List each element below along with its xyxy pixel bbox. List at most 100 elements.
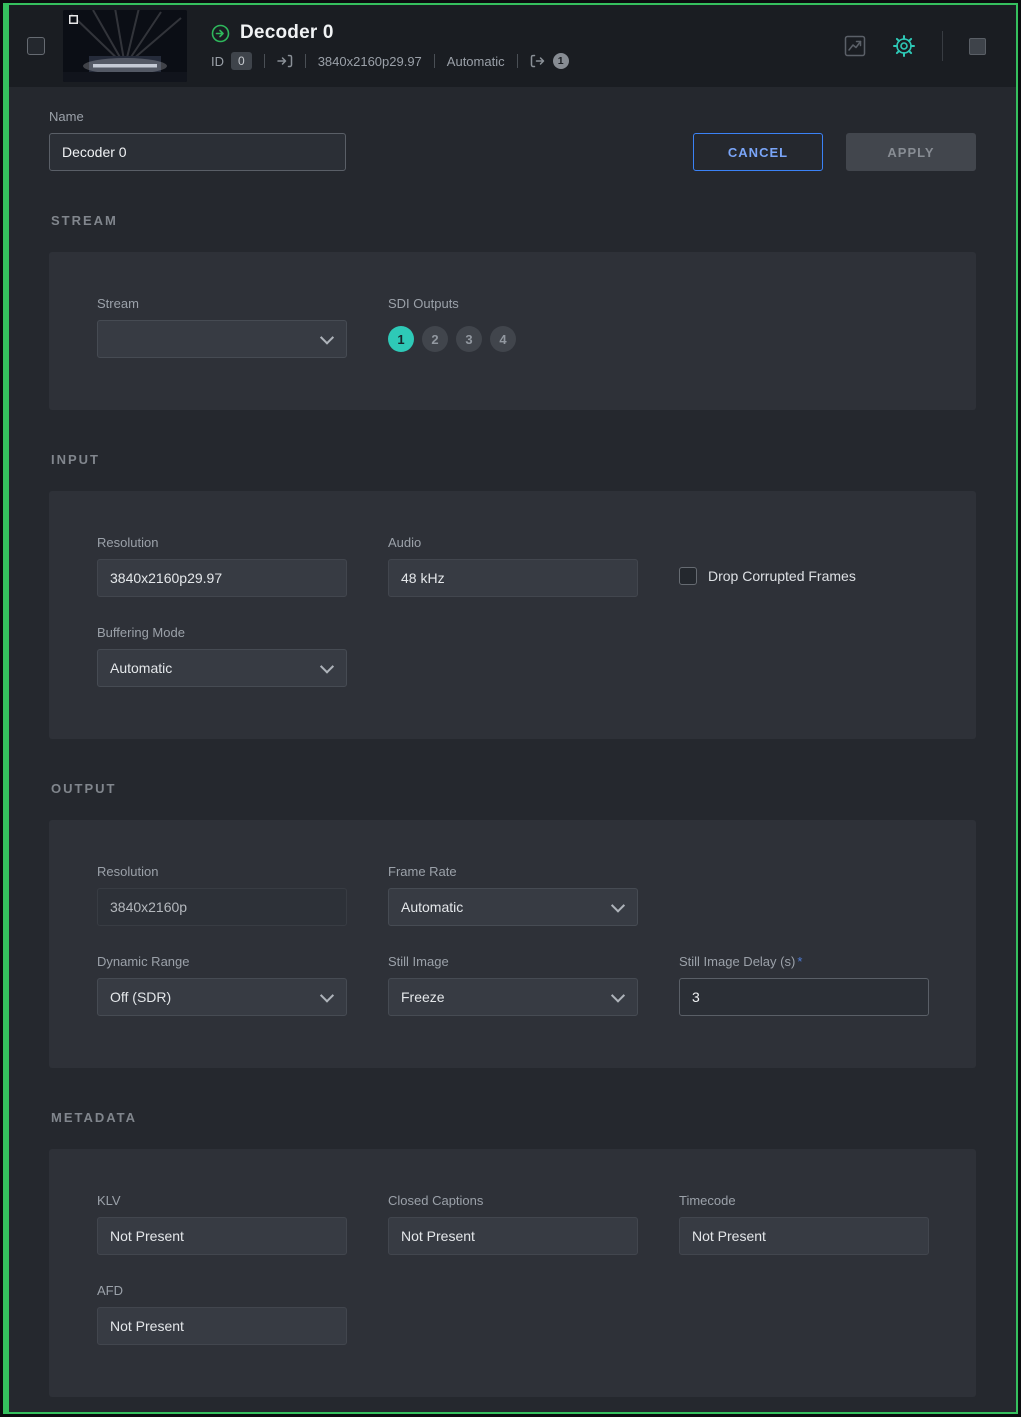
sdi-outputs-group: SDI Outputs 1 2 3 4 bbox=[388, 296, 638, 358]
name-row: Name CANCEL APPLY bbox=[49, 109, 976, 171]
decoder-header: Decoder 0 ID 0 3840x2160p29.97 Automatic bbox=[9, 5, 1016, 87]
chevron-down-icon bbox=[611, 899, 625, 913]
buffering-mode-value: Automatic bbox=[110, 660, 172, 676]
header-actions bbox=[844, 31, 986, 61]
still-image-delay-label: Still Image Delay (s)* bbox=[679, 954, 929, 969]
dynamic-range-label: Dynamic Range bbox=[97, 954, 347, 969]
decoder-settings-page: Decoder 0 ID 0 3840x2160p29.97 Automatic bbox=[0, 0, 1021, 1417]
output-resolution-value: 3840x2160p bbox=[97, 888, 347, 926]
panel-toggle-button[interactable] bbox=[969, 38, 986, 55]
name-input[interactable] bbox=[49, 133, 346, 171]
sdi-output-3[interactable]: 3 bbox=[456, 326, 482, 352]
decoder-frame: Decoder 0 ID 0 3840x2160p29.97 Automatic bbox=[3, 3, 1018, 1414]
sdi-output-2[interactable]: 2 bbox=[422, 326, 448, 352]
streaming-status-icon bbox=[211, 24, 230, 43]
name-label: Name bbox=[49, 109, 346, 124]
dynamic-range-group: Dynamic Range Off (SDR) bbox=[97, 954, 347, 1016]
metadata-section-title: METADATA bbox=[51, 1110, 976, 1125]
afd-value: Not Present bbox=[97, 1307, 347, 1345]
chart-icon bbox=[844, 35, 866, 57]
square-icon bbox=[969, 38, 986, 55]
drop-corrupted-frames-label: Drop Corrupted Frames bbox=[708, 568, 856, 584]
audio-group: Audio 48 kHz bbox=[388, 535, 638, 597]
drop-corrupted-frames-checkbox[interactable] bbox=[679, 567, 697, 585]
output-card: Resolution 3840x2160p Frame Rate Automat… bbox=[49, 820, 976, 1068]
klv-group: KLV Not Present bbox=[97, 1193, 347, 1255]
stream-select[interactable] bbox=[97, 320, 347, 358]
closed-captions-group: Closed Captions Not Present bbox=[388, 1193, 638, 1255]
statistics-button[interactable] bbox=[844, 35, 866, 57]
dynamic-range-value: Off (SDR) bbox=[110, 989, 171, 1005]
closed-captions-value: Not Present bbox=[388, 1217, 638, 1255]
header-divider bbox=[942, 31, 943, 61]
meta-divider bbox=[517, 54, 518, 68]
video-preview-thumbnail bbox=[63, 10, 187, 82]
gear-icon bbox=[892, 34, 916, 58]
form-actions: CANCEL APPLY bbox=[693, 133, 976, 171]
output-section-title: OUTPUT bbox=[51, 781, 976, 796]
timecode-label: Timecode bbox=[679, 1193, 929, 1208]
sdi-outputs-label: SDI Outputs bbox=[388, 296, 638, 311]
frame-rate-group: Frame Rate Automatic bbox=[388, 864, 638, 926]
frame-rate-value: Automatic bbox=[401, 899, 463, 915]
buffering-mode-label: Buffering Mode bbox=[97, 625, 347, 640]
meta-divider bbox=[264, 54, 265, 68]
buffering-mode-select[interactable]: Automatic bbox=[97, 649, 347, 687]
apply-button[interactable]: APPLY bbox=[846, 133, 976, 171]
output-port-icon bbox=[530, 54, 546, 68]
still-image-delay-group: Still Image Delay (s)* bbox=[679, 954, 929, 1016]
meta-divider bbox=[305, 54, 306, 68]
input-port-icon bbox=[277, 54, 293, 68]
id-value-badge: 0 bbox=[231, 52, 252, 70]
cancel-button[interactable]: CANCEL bbox=[693, 133, 823, 171]
input-section-title: INPUT bbox=[51, 452, 976, 467]
chevron-down-icon bbox=[320, 660, 334, 674]
meta-divider bbox=[434, 54, 435, 68]
input-resolution-group: Resolution 3840x2160p29.97 bbox=[97, 535, 347, 597]
input-resolution-text: 3840x2160p29.97 bbox=[318, 54, 422, 69]
sdi-output-selector: 1 2 3 4 bbox=[388, 320, 638, 358]
frame-rate-select[interactable]: Automatic bbox=[388, 888, 638, 926]
video-preview-image bbox=[63, 10, 187, 82]
settings-button[interactable] bbox=[892, 34, 916, 58]
id-label: ID bbox=[211, 54, 224, 69]
input-resolution-label: Resolution bbox=[97, 535, 347, 550]
stream-card: Stream SDI Outputs 1 2 3 4 bbox=[49, 252, 976, 410]
closed-captions-label: Closed Captions bbox=[388, 1193, 638, 1208]
chevron-down-icon bbox=[611, 989, 625, 1003]
outputs-count-badge: 1 bbox=[553, 53, 569, 69]
stream-section-title: STREAM bbox=[51, 213, 976, 228]
buffering-mode-text: Automatic bbox=[447, 54, 505, 69]
input-resolution-value: 3840x2160p29.97 bbox=[97, 559, 347, 597]
chevron-down-icon bbox=[320, 331, 334, 345]
audio-value: 48 kHz bbox=[388, 559, 638, 597]
still-image-select[interactable]: Freeze bbox=[388, 978, 638, 1016]
still-image-delay-input[interactable] bbox=[679, 978, 929, 1016]
still-image-label: Still Image bbox=[388, 954, 638, 969]
output-resolution-label: Resolution bbox=[97, 864, 347, 879]
stream-label: Stream bbox=[97, 296, 347, 311]
still-image-group: Still Image Freeze bbox=[388, 954, 638, 1016]
afd-group: AFD Not Present bbox=[97, 1283, 347, 1345]
select-decoder-checkbox[interactable] bbox=[27, 37, 45, 55]
decoder-meta-row: ID 0 3840x2160p29.97 Automatic bbox=[211, 52, 569, 70]
decoder-title: Decoder 0 bbox=[240, 22, 334, 44]
still-image-value: Freeze bbox=[401, 989, 445, 1005]
input-card: Resolution 3840x2160p29.97 Audio 48 kHz … bbox=[49, 491, 976, 739]
sdi-output-1[interactable]: 1 bbox=[388, 326, 414, 352]
stream-select-group: Stream bbox=[97, 296, 347, 358]
decoder-title-block: Decoder 0 ID 0 3840x2160p29.97 Automatic bbox=[211, 22, 569, 70]
audio-label: Audio bbox=[388, 535, 638, 550]
timecode-value: Not Present bbox=[679, 1217, 929, 1255]
metadata-card: KLV Not Present Closed Captions Not Pres… bbox=[49, 1149, 976, 1397]
afd-label: AFD bbox=[97, 1283, 347, 1298]
sdi-output-4[interactable]: 4 bbox=[490, 326, 516, 352]
decoder-settings-form: Name CANCEL APPLY STREAM Stream bbox=[9, 87, 1016, 1412]
dynamic-range-select[interactable]: Off (SDR) bbox=[97, 978, 347, 1016]
drop-corrupted-frames-group: Drop Corrupted Frames bbox=[679, 557, 929, 595]
output-resolution-group: Resolution 3840x2160p bbox=[97, 864, 347, 926]
timecode-group: Timecode Not Present bbox=[679, 1193, 929, 1255]
klv-label: KLV bbox=[97, 1193, 347, 1208]
chevron-down-icon bbox=[320, 989, 334, 1003]
klv-value: Not Present bbox=[97, 1217, 347, 1255]
